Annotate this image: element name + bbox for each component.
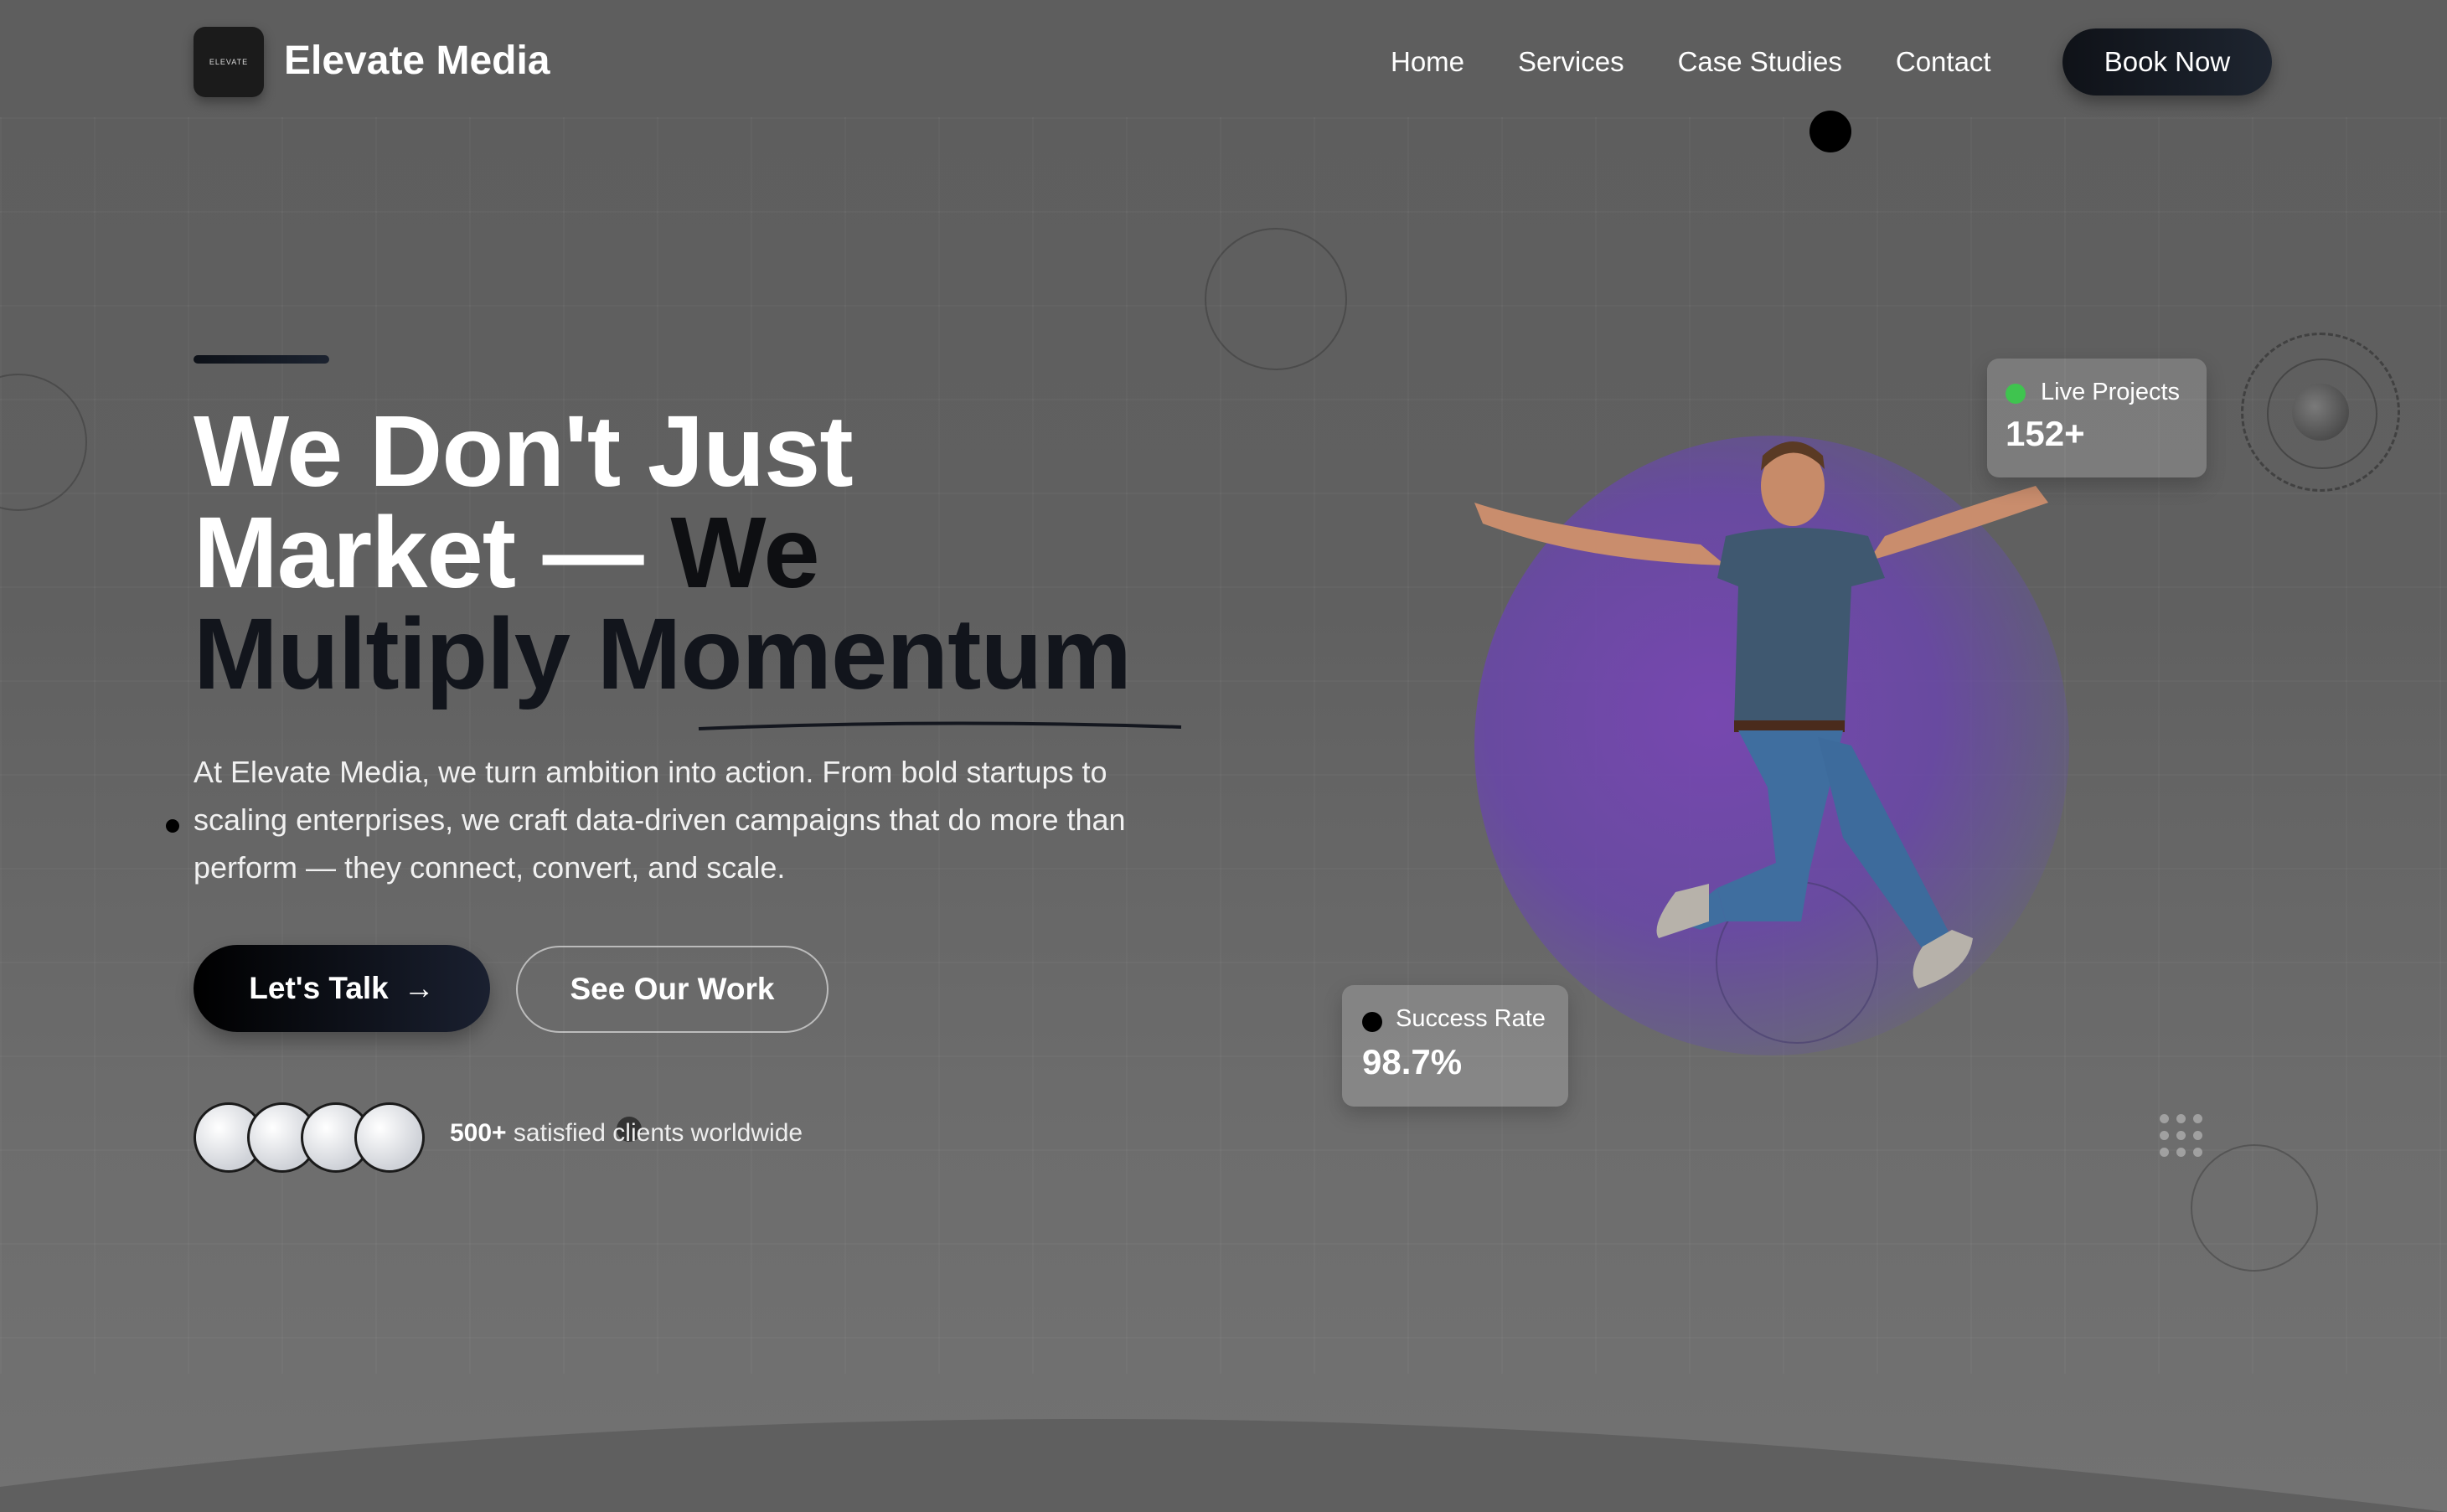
accent-bar <box>194 355 329 364</box>
hero-headline: We Don't Just Market — We Multiply Momen… <box>194 394 1132 710</box>
brand-name[interactable]: Elevate Media <box>284 34 550 89</box>
clients-text: 500+ satisfied clients worldwide <box>450 1119 803 1148</box>
clients-caption: satisfied clients worldwide <box>513 1119 803 1147</box>
success-rate-card: Success Rate 98.7% <box>1342 985 1568 1107</box>
nav-link-home[interactable]: Home <box>1391 40 1464 84</box>
headline-line-2a: Market — <box>194 495 644 609</box>
decor-ring <box>1205 228 1347 370</box>
headline-line-1: We Don't Just <box>194 394 854 508</box>
nav-links: Home Services Case Studies Contact <box>1391 40 1991 84</box>
live-projects-value: 152+ <box>2006 414 2085 453</box>
nav-link-services[interactable]: Services <box>1518 40 1624 84</box>
success-rate-value: 98.7% <box>1362 1042 1463 1081</box>
cursor-dot <box>1809 111 1851 152</box>
nav-link-case-studies[interactable]: Case Studies <box>1678 40 1842 84</box>
jumping-person-image <box>1474 441 2048 988</box>
headline-underline <box>698 721 1182 730</box>
logo[interactable]: ELEVATE <box>194 27 264 97</box>
headline-line-3: Multiply Momentum <box>194 596 1132 710</box>
nav-link-contact[interactable]: Contact <box>1896 40 1991 84</box>
client-avatars <box>194 1102 425 1173</box>
success-status-dot <box>1362 1012 1382 1032</box>
bottom-wave <box>0 1419 2447 1512</box>
see-our-work-button[interactable]: See Our Work <box>516 946 829 1033</box>
success-rate-label: Success Rate <box>1396 1005 1546 1032</box>
logo-text: ELEVATE <box>209 58 249 66</box>
live-projects-label: Live Projects <box>2041 379 2181 405</box>
arrow-right-icon: → <box>403 971 435 1005</box>
live-projects-card: Live Projects 152+ <box>1987 359 2207 477</box>
headline-line-2b: We <box>670 495 819 609</box>
lets-talk-button[interactable]: Let's Talk → <box>194 945 490 1032</box>
live-status-dot <box>2006 384 2026 404</box>
hero-description: At Elevate Media, we turn ambition into … <box>194 755 1126 885</box>
cursor-dot <box>166 819 179 833</box>
dots-pattern-icon <box>2160 1114 2210 1164</box>
book-now-button[interactable]: Book Now <box>2062 28 2272 95</box>
target-icon <box>2241 333 2400 492</box>
lets-talk-label: Let's Talk <box>249 971 389 1005</box>
clients-count: 500+ <box>450 1119 507 1147</box>
headline-line-2: Market — We <box>194 502 1131 603</box>
navbar: ELEVATE Elevate Media Home Services Case… <box>0 0 2447 126</box>
avatar <box>354 1102 425 1173</box>
